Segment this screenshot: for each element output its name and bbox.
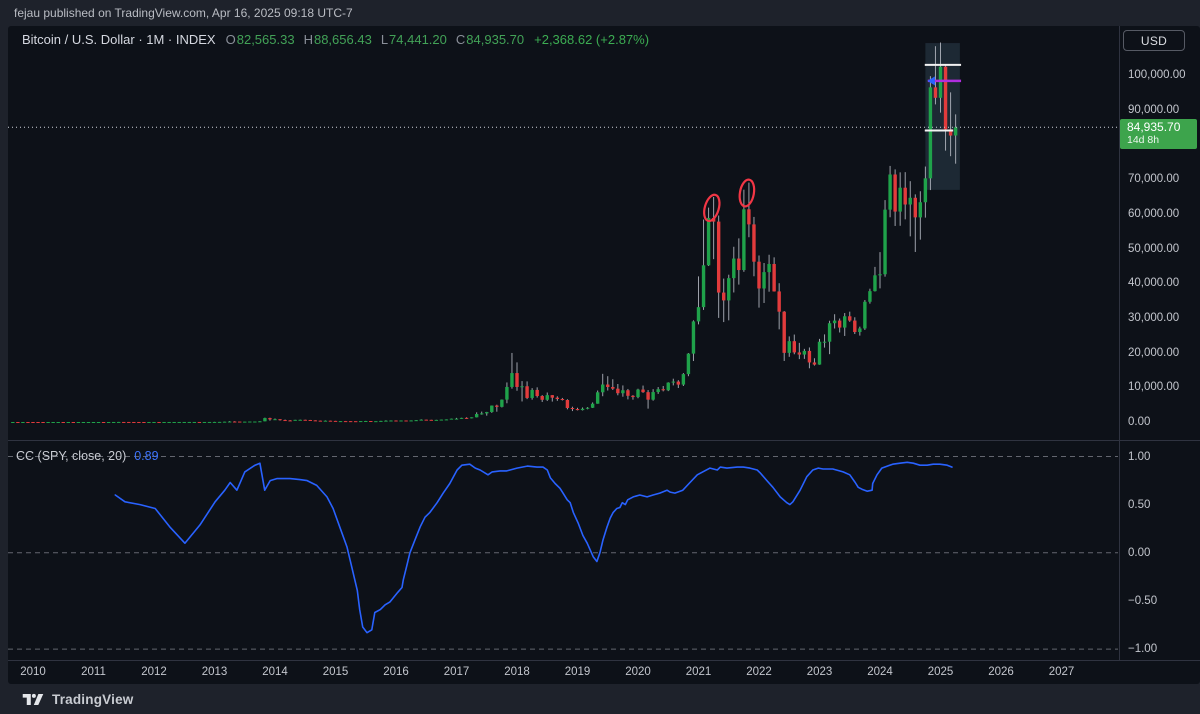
- bar-countdown: 14d 8h: [1127, 134, 1197, 146]
- price-tick-label: 70,000.00: [1128, 173, 1179, 185]
- price-tick-label: 20,000.00: [1128, 347, 1179, 359]
- price-pane[interactable]: [8, 43, 1118, 423]
- year-label: 2027: [1049, 666, 1075, 678]
- price-tick-label: 90,000.00: [1128, 104, 1179, 116]
- tradingview-logo-icon[interactable]: [22, 692, 44, 707]
- correlation-line: [115, 462, 952, 632]
- year-label: 2021: [686, 666, 712, 678]
- red-ellipse-annotation[interactable]: [738, 178, 756, 207]
- year-label: 2024: [867, 666, 893, 678]
- indicator-tick-label: −0.50: [1128, 595, 1157, 607]
- year-label: 2018: [504, 666, 530, 678]
- year-label: 2019: [565, 666, 591, 678]
- change-value: +2,368.62 (+2.87%): [534, 32, 649, 47]
- candlestick-series[interactable]: [11, 43, 957, 423]
- year-label: 2015: [323, 666, 349, 678]
- footer-bar: TradingView: [0, 684, 1200, 714]
- currency-unit-button[interactable]: USD: [1123, 30, 1185, 51]
- indicator-tick-label: 1.00: [1128, 451, 1150, 463]
- last-price-value: 84,935.70: [1127, 121, 1197, 134]
- correlation-pane[interactable]: [8, 457, 1118, 650]
- year-label: 2020: [625, 666, 651, 678]
- price-tick-label: 0.00: [1128, 416, 1150, 428]
- price-tick-label: 40,000.00: [1128, 277, 1179, 289]
- indicator-tick-label: −1.00: [1128, 643, 1157, 655]
- year-label: 2026: [988, 666, 1014, 678]
- year-label: 2025: [928, 666, 954, 678]
- chart-legend-row: Bitcoin / U.S. Dollar · 1M · INDEX O82,5…: [22, 31, 649, 47]
- ohlc-item: H88,656.43: [304, 32, 372, 47]
- indicator-tick-label: 0.00: [1128, 547, 1150, 559]
- year-label: 2012: [141, 666, 167, 678]
- symbol-title: Bitcoin / U.S. Dollar · 1M · INDEX: [22, 32, 216, 47]
- ohlc-item: L74,441.20: [381, 32, 447, 47]
- price-tick-label: 10,000.00: [1128, 381, 1179, 393]
- indicator-value: 0.89: [134, 449, 158, 463]
- ohlc-legend: O82,565.33 H88,656.43 L74,441.20 C84,935.70: [226, 32, 525, 47]
- price-tick-label: 100,000.00: [1128, 69, 1186, 81]
- price-tick-label: 60,000.00: [1128, 208, 1179, 220]
- tradingview-brand-text[interactable]: TradingView: [52, 692, 133, 707]
- year-label: 2022: [746, 666, 772, 678]
- year-label: 2011: [81, 666, 106, 678]
- ohlc-item: C84,935.70: [456, 32, 524, 47]
- year-label: 2016: [383, 666, 409, 678]
- year-label: 2013: [202, 666, 228, 678]
- year-label: 2017: [444, 666, 470, 678]
- price-tick-label: 30,000.00: [1128, 312, 1179, 324]
- indicator-title: CC (SPY, close, 20): [16, 449, 126, 463]
- indicator-tick-label: 0.50: [1128, 499, 1150, 511]
- last-price-badge: 84,935.70 14d 8h: [1120, 119, 1197, 149]
- year-label: 2010: [20, 666, 46, 678]
- year-label: 2023: [807, 666, 833, 678]
- year-label: 2014: [262, 666, 288, 678]
- indicator-legend-row: CC (SPY, close, 20) 0.89: [16, 449, 159, 463]
- ohlc-item: O82,565.33: [226, 32, 295, 47]
- price-tick-label: 50,000.00: [1128, 243, 1179, 255]
- chart-canvas[interactable]: [0, 0, 1200, 714]
